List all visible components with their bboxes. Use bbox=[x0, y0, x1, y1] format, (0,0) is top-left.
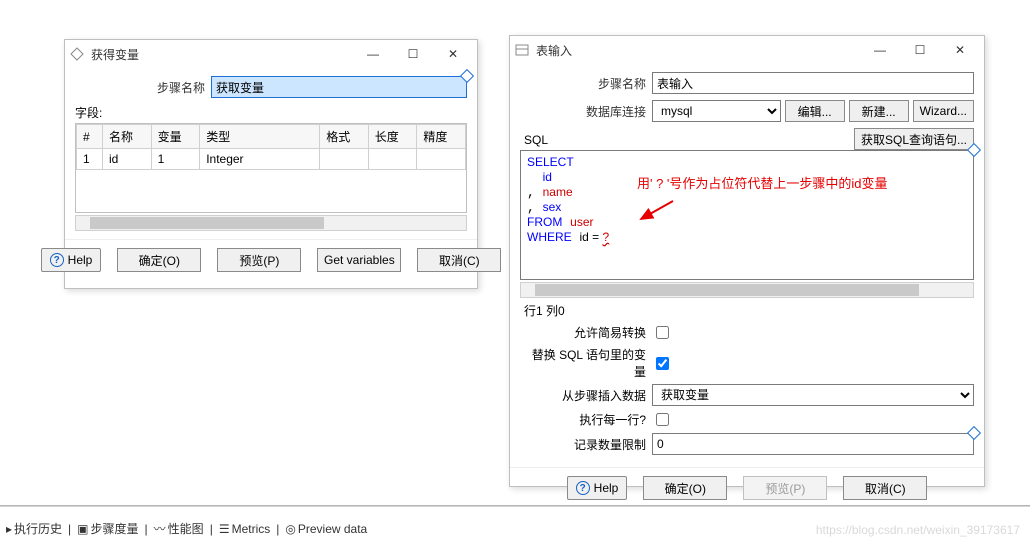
edit-connection-button[interactable]: 编辑... bbox=[785, 100, 845, 122]
allow-lazy-checkbox[interactable] bbox=[656, 326, 669, 339]
step-name-label: 步骤名称 bbox=[75, 79, 205, 96]
replace-vars-checkbox[interactable] bbox=[656, 357, 669, 370]
annotation-arrow-icon bbox=[637, 199, 677, 227]
preview-button[interactable]: 预览(P) bbox=[743, 476, 827, 500]
table-input-icon bbox=[514, 42, 530, 58]
col-type[interactable]: 类型 bbox=[200, 125, 320, 149]
get-variables-button[interactable]: Get variables bbox=[317, 248, 401, 272]
tab-exec-history[interactable]: ▸执行历史 bbox=[6, 520, 62, 537]
step-name-label: 步骤名称 bbox=[520, 75, 646, 92]
tab-perf-graph[interactable]: 〰性能图 bbox=[154, 520, 204, 537]
execute-each-row-label: 执行每一行? bbox=[520, 411, 646, 428]
col-length[interactable]: 长度 bbox=[368, 125, 417, 149]
record-limit-label: 记录数量限制 bbox=[520, 436, 646, 453]
table-row[interactable]: 1 id 1 Integer bbox=[77, 149, 466, 170]
watermark: https://blog.csdn.net/weixin_39173617 bbox=[816, 523, 1020, 537]
titlebar[interactable]: 获得变量 — ☐ ✕ bbox=[65, 40, 477, 68]
wizard-button[interactable]: Wizard... bbox=[913, 100, 974, 122]
execute-each-row-checkbox[interactable] bbox=[656, 413, 669, 426]
col-index[interactable]: # bbox=[77, 125, 103, 149]
col-precision[interactable]: 精度 bbox=[417, 125, 466, 149]
annotation-text: 用' ? '号作为占位符代替上一步骤中的id变量 bbox=[637, 173, 888, 192]
close-button[interactable]: ✕ bbox=[433, 42, 473, 66]
cancel-button[interactable]: 取消(C) bbox=[417, 248, 501, 272]
variable-icon bbox=[69, 46, 85, 62]
fields-table[interactable]: # 名称 变量 类型 格式 长度 精度 1 id 1 Integer bbox=[75, 123, 467, 213]
replace-vars-label: 替换 SQL 语句里的变量 bbox=[520, 346, 646, 380]
record-limit-input[interactable] bbox=[652, 433, 974, 455]
sql-editor[interactable]: SELECT id , name , sex FROM user WHERE i… bbox=[520, 150, 974, 280]
step-name-input[interactable] bbox=[652, 72, 974, 94]
step-name-input[interactable] bbox=[211, 76, 467, 98]
cursor-position-label: 行1 列0 bbox=[524, 302, 974, 319]
allow-lazy-label: 允许简易转换 bbox=[520, 324, 646, 341]
db-connection-label: 数据库连接 bbox=[520, 103, 646, 120]
titlebar[interactable]: 表输入 — ☐ ✕ bbox=[510, 36, 984, 64]
get-sql-button[interactable]: 获取SQL查询语句... bbox=[854, 128, 974, 150]
close-button[interactable]: ✕ bbox=[940, 38, 980, 62]
table-input-dialog: 表输入 — ☐ ✕ 步骤名称 数据库连接 mysql 编辑... 新建... W… bbox=[509, 35, 985, 487]
divider bbox=[0, 505, 1030, 507]
horizontal-scrollbar[interactable] bbox=[75, 215, 467, 231]
window-title: 表输入 bbox=[536, 42, 860, 59]
tab-metrics[interactable]: ☰Metrics bbox=[219, 522, 270, 536]
db-connection-select[interactable]: mysql bbox=[652, 100, 781, 122]
maximize-button[interactable]: ☐ bbox=[900, 38, 940, 62]
cancel-button[interactable]: 取消(C) bbox=[843, 476, 927, 500]
minimize-button[interactable]: — bbox=[860, 38, 900, 62]
sql-label: SQL bbox=[524, 133, 850, 147]
ok-button[interactable]: 确定(O) bbox=[643, 476, 727, 500]
help-button[interactable]: ? Help bbox=[41, 248, 102, 272]
get-variable-dialog: 获得变量 — ☐ ✕ 步骤名称 字段: # 名称 变量 类型 格式 bbox=[64, 39, 478, 289]
col-variable[interactable]: 变量 bbox=[151, 125, 200, 149]
horizontal-scrollbar[interactable] bbox=[520, 282, 974, 298]
window-title: 获得变量 bbox=[91, 46, 353, 63]
insert-from-step-select[interactable]: 获取变量 bbox=[652, 384, 974, 406]
tab-step-metrics[interactable]: ▣步骤度量 bbox=[77, 520, 138, 537]
help-icon: ? bbox=[576, 481, 590, 495]
bottom-tabs: ▸执行历史 | ▣步骤度量 | 〰性能图 | ☰Metrics | ◎Previ… bbox=[0, 518, 373, 539]
new-connection-button[interactable]: 新建... bbox=[849, 100, 909, 122]
help-icon: ? bbox=[50, 253, 64, 267]
fields-label: 字段: bbox=[75, 104, 467, 121]
maximize-button[interactable]: ☐ bbox=[393, 42, 433, 66]
col-name[interactable]: 名称 bbox=[103, 125, 152, 149]
tab-preview-data[interactable]: ◎Preview data bbox=[285, 522, 367, 536]
ok-button[interactable]: 确定(O) bbox=[117, 248, 201, 272]
col-format[interactable]: 格式 bbox=[320, 125, 369, 149]
insert-from-step-label: 从步骤插入数据 bbox=[520, 387, 646, 404]
minimize-button[interactable]: — bbox=[353, 42, 393, 66]
preview-button[interactable]: 预览(P) bbox=[217, 248, 301, 272]
help-button[interactable]: ? Help bbox=[567, 476, 628, 500]
